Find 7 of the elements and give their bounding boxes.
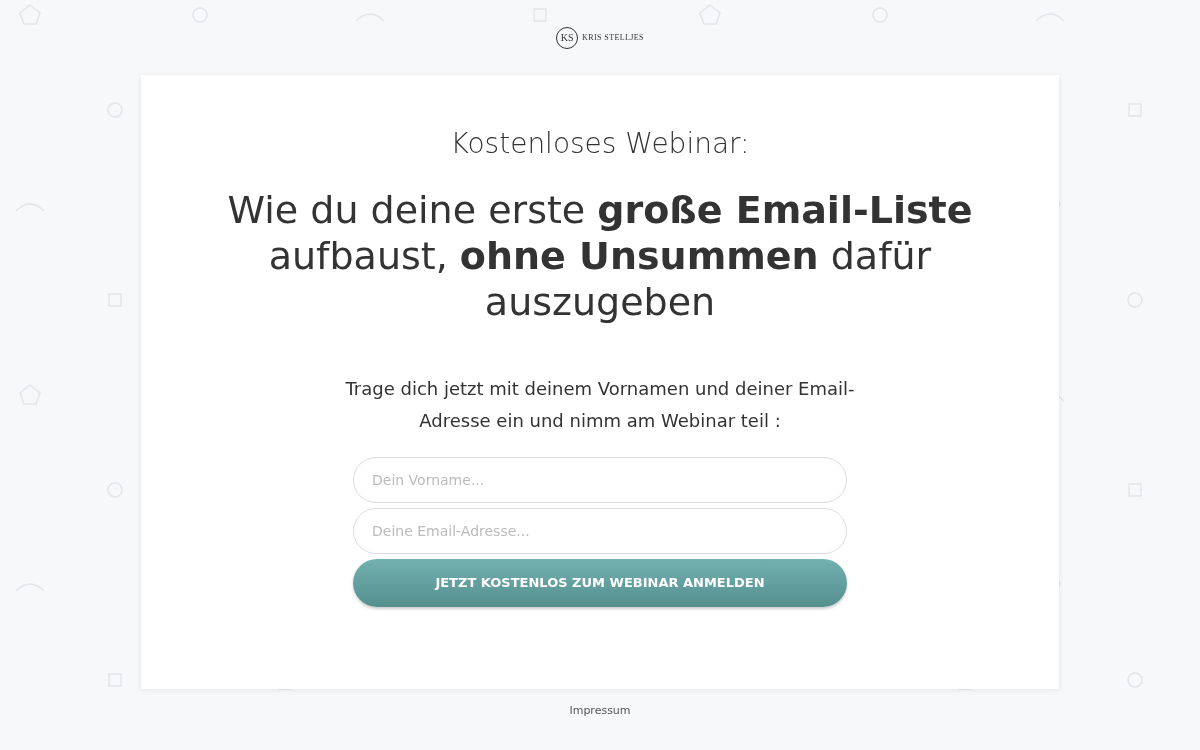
impressum-link[interactable]: Impressum [569,703,631,720]
kicker-text: Kostenloses Webinar: [450,126,750,162]
input-field[interactable]: Deine Email-Adresse... [353,508,847,554]
headline: Wie du deine erste große Email-Liste aufbaust, ohne Unsummen dafür auszugeben [226,187,974,325]
logo-name: KRIS STELLJES [582,31,644,44]
input-field[interactable]: Dein Vorname... [353,457,847,503]
intro-text: Trage dich jetzt mit deinem Vornamen und deiner Email-Adresse ein und nimm am Webinar teil : [344,377,856,433]
